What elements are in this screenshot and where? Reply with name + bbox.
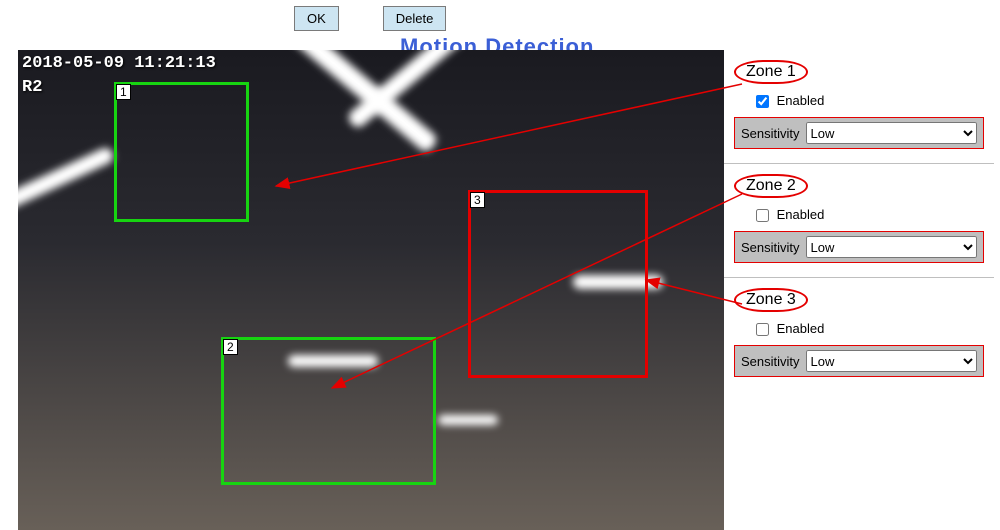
detection-box-2[interactable]: 2 — [221, 337, 436, 485]
zone-3-sensitivity-row: Sensitivity LowMediumHigh — [734, 345, 984, 377]
zone-panel-3: Zone 3 Enabled Sensitivity LowMediumHigh — [724, 278, 994, 391]
zone-1-sensitivity-row: Sensitivity LowMediumHigh — [734, 117, 984, 149]
delete-button[interactable]: Delete — [383, 6, 447, 31]
zone-1-sensitivity-select[interactable]: LowMediumHigh — [806, 122, 977, 144]
zone-2-sensitivity-label: Sensitivity — [741, 240, 800, 255]
zones-sidebar: Zone 1 Enabled Sensitivity LowMediumHigh… — [724, 50, 994, 391]
zone-2-enabled-checkbox[interactable] — [756, 209, 769, 222]
zone-2-sensitivity-select[interactable]: LowMediumHigh — [806, 236, 977, 258]
overlay-timestamp: 2018-05-09 11:21:13 — [22, 54, 216, 73]
zone-3-title: Zone 3 — [734, 288, 808, 312]
zone-3-sensitivity-label: Sensitivity — [741, 354, 800, 369]
ok-button[interactable]: OK — [294, 6, 339, 31]
zone-1-enabled-label: Enabled — [777, 93, 825, 108]
detection-box-1-label: 1 — [116, 84, 131, 100]
detection-box-3[interactable]: 3 — [468, 190, 648, 378]
zone-3-enabled-label: Enabled — [777, 321, 825, 336]
zone-3-enabled-checkbox[interactable] — [756, 323, 769, 336]
zone-3-sensitivity-select[interactable]: LowMediumHigh — [806, 350, 977, 372]
zone-1-enabled-checkbox[interactable] — [756, 95, 769, 108]
zone-panel-2: Zone 2 Enabled Sensitivity LowMediumHigh — [724, 164, 994, 278]
zone-1-sensitivity-label: Sensitivity — [741, 126, 800, 141]
video-preview[interactable]: 2018-05-09 11:21:13 R2 1 2 3 — [18, 50, 724, 530]
detection-box-3-label: 3 — [470, 192, 485, 208]
zone-2-enabled-label: Enabled — [777, 207, 825, 222]
detection-box-1[interactable]: 1 — [114, 82, 249, 222]
zone-2-sensitivity-row: Sensitivity LowMediumHigh — [734, 231, 984, 263]
detection-box-2-label: 2 — [223, 339, 238, 355]
toolbar: OK Delete — [294, 6, 446, 31]
zone-panel-1: Zone 1 Enabled Sensitivity LowMediumHigh — [724, 50, 994, 164]
overlay-camera-label: R2 — [22, 78, 42, 97]
zone-1-title: Zone 1 — [734, 60, 808, 84]
zone-2-title: Zone 2 — [734, 174, 808, 198]
